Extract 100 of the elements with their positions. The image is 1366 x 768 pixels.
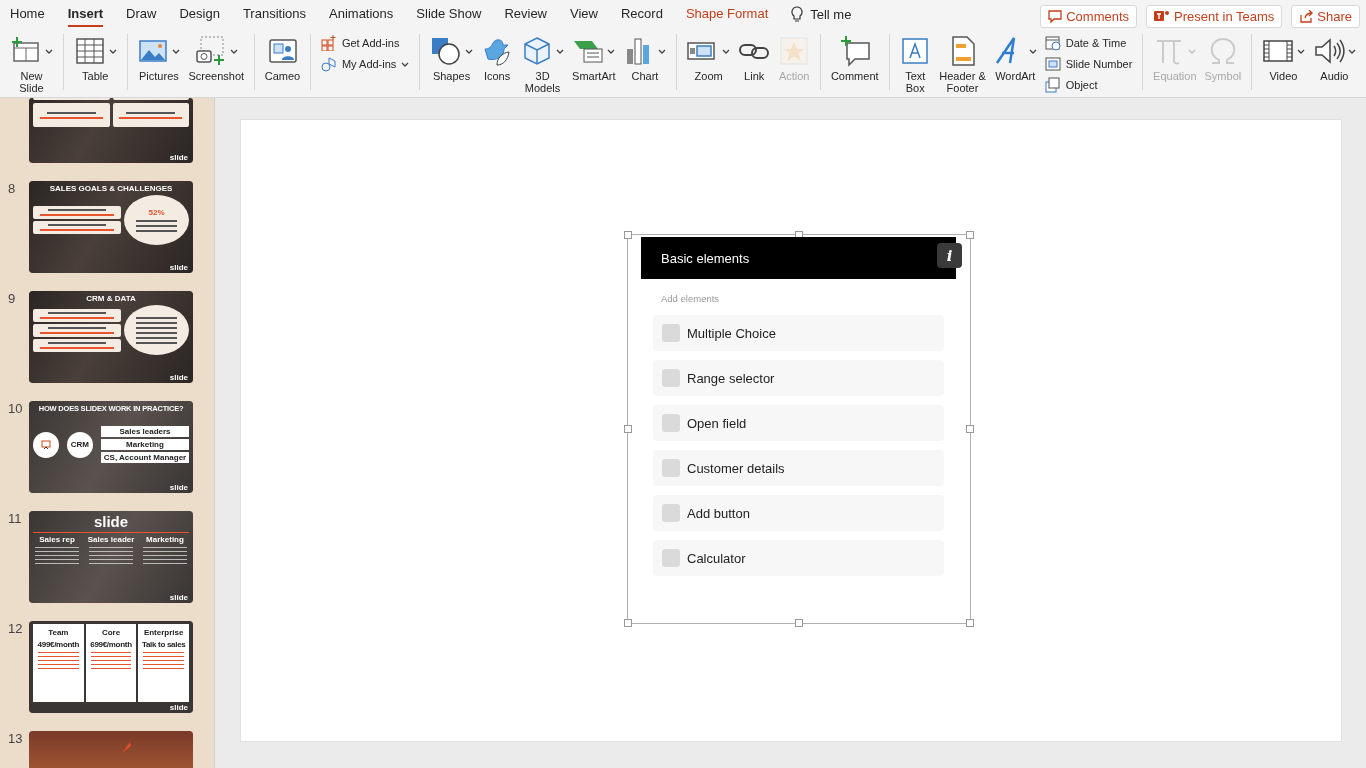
tell-me-field[interactable]: Tell me xyxy=(810,6,852,22)
insert-bar-chart-button[interactable]: Chart xyxy=(621,34,669,82)
element-label: Add button xyxy=(687,505,750,521)
plan-price: Talk to sales xyxy=(141,640,186,649)
slide-thumbnail[interactable]: Team 499€/month Core 699€/month Enterprise Talk to sales slide xyxy=(29,621,193,713)
element-icon xyxy=(662,504,680,522)
slide-number: 10 xyxy=(7,401,24,416)
column-heading: Sales leader xyxy=(87,535,135,544)
menu-tab[interactable]: Insert xyxy=(67,1,104,27)
menu-tab[interactable]: View xyxy=(570,1,598,27)
insert-shapes-outline-button[interactable]: My Add-ins xyxy=(318,55,412,73)
caret-icon xyxy=(1188,48,1197,54)
caret-icon xyxy=(401,61,410,67)
slide-number: 8 xyxy=(7,181,17,196)
insert-new-slide-button[interactable]: New Slide xyxy=(8,34,55,94)
insert-table-button[interactable]: Table xyxy=(71,34,119,82)
presentation-circle-icon xyxy=(32,431,59,458)
insert-object-button[interactable]: Object xyxy=(1042,76,1135,94)
table-icon xyxy=(73,35,106,67)
share-button[interactable]: Share xyxy=(1291,4,1360,28)
insert-picture-button[interactable]: Pictures xyxy=(135,34,183,82)
menu-tab[interactable]: Slide Show xyxy=(416,1,482,27)
slide-thumbnail[interactable]: slide Sales rep Sales leader Marketing slide xyxy=(29,511,193,603)
menu-tab[interactable]: Draw xyxy=(126,1,157,27)
menu-tab[interactable]: Design xyxy=(179,1,220,27)
slide-number: 9 xyxy=(7,291,17,306)
comments-button[interactable]: Comments xyxy=(1040,4,1138,28)
calendar-icon xyxy=(1044,35,1061,51)
resize-handle[interactable] xyxy=(624,231,632,239)
menu-tab[interactable]: Animations xyxy=(329,1,394,27)
element-option[interactable]: Customer details xyxy=(653,450,944,486)
element-label: Open field xyxy=(687,415,747,431)
insert-screenshot-button[interactable]: Screenshot xyxy=(186,34,247,82)
caret-icon xyxy=(607,48,616,54)
resize-handle[interactable] xyxy=(624,619,632,627)
element-label: Range selector xyxy=(687,370,775,386)
resize-handle[interactable] xyxy=(966,231,974,239)
caret-icon xyxy=(229,48,238,54)
shapes-outline-icon xyxy=(320,56,337,72)
insert-calendar-button[interactable]: Date & Time xyxy=(1042,34,1135,52)
element-icon xyxy=(662,549,680,567)
insert-zoom-button[interactable]: Zoom xyxy=(685,34,733,82)
add-ins-icon xyxy=(320,35,337,51)
caret-icon xyxy=(108,48,117,54)
insert-link-button[interactable]: Link xyxy=(736,34,773,82)
element-option[interactable]: Multiple Choice xyxy=(653,315,944,351)
element-icon xyxy=(662,414,680,432)
section-label: Add elements xyxy=(661,293,721,304)
plan-name: Team xyxy=(48,628,69,637)
insert-cameo-button[interactable]: Cameo xyxy=(262,34,303,82)
resize-handle[interactable] xyxy=(966,619,974,627)
caret-icon xyxy=(45,48,53,54)
brand-logo: slide xyxy=(169,264,188,272)
insert-smartart-button[interactable]: SmartArt xyxy=(570,34,618,82)
role-label: Sales leaders xyxy=(100,426,190,437)
card-title: Basic elements xyxy=(661,250,750,266)
brand-logo: slide xyxy=(169,373,188,382)
lightbulb-icon xyxy=(791,5,804,23)
menu-tab[interactable]: Shape Format xyxy=(685,1,769,27)
element-icon xyxy=(662,459,680,477)
plan-name: Enterprise xyxy=(143,628,184,637)
resize-handle[interactable] xyxy=(795,619,803,627)
insert-comment-button[interactable]: Comment xyxy=(828,34,881,82)
insert-text-box-button[interactable]: Text Box xyxy=(897,34,934,94)
element-option[interactable]: Range selector xyxy=(653,360,944,396)
element-option[interactable]: Calculator xyxy=(653,540,944,576)
slide-thumbnail[interactable]: SALES GOALS & CHALLENGES 52% slide xyxy=(29,181,193,273)
resize-handle[interactable] xyxy=(966,425,974,433)
slide-thumbnail[interactable]: CRM & DATA slide xyxy=(29,291,193,383)
slide-number: 11 xyxy=(7,511,23,526)
insert-wordart-button[interactable]: WordArt xyxy=(991,34,1039,82)
element-label: Multiple Choice xyxy=(687,325,776,341)
menu-tab[interactable]: Transitions xyxy=(242,1,306,27)
insert-bird-button[interactable]: Icons xyxy=(479,34,516,82)
selection-frame[interactable]: Basic elements i Add elements Multiple Choice Range selector Open field Customer details Add button Calculator xyxy=(627,234,971,624)
brand-logo: slide xyxy=(169,593,188,602)
slide-number: 12 xyxy=(7,621,24,636)
present-in-teams-button[interactable]: Present in Teams xyxy=(1146,4,1283,28)
insert-add-ins-button[interactable]: Get Add-ins xyxy=(318,34,412,52)
caret-icon xyxy=(1347,48,1356,54)
caret-icon xyxy=(556,48,565,54)
slide-thumbnail[interactable]: slide xyxy=(29,98,193,163)
menu-tab[interactable]: Review xyxy=(504,1,547,27)
element-option[interactable]: Open field xyxy=(653,405,944,441)
resize-handle[interactable] xyxy=(624,425,632,433)
insert-slide-number-button[interactable]: Slide Number xyxy=(1042,55,1135,73)
stat-value: 52% xyxy=(148,208,165,217)
menu-tab[interactable]: Record xyxy=(620,1,663,27)
comment-bubble-icon xyxy=(1048,9,1063,23)
shapes-icon xyxy=(430,35,463,67)
column-heading: Sales rep xyxy=(39,535,75,544)
element-option[interactable]: Add button xyxy=(653,495,944,531)
menu-tab[interactable]: Home xyxy=(10,1,45,27)
insert-page-button[interactable]: Header & Footer xyxy=(937,34,988,94)
insert-film-button[interactable]: Video xyxy=(1259,34,1307,82)
info-button[interactable]: i xyxy=(937,243,962,268)
insert-shapes-button[interactable]: Shapes xyxy=(428,34,476,82)
insert-cube-button[interactable]: 3D Models xyxy=(519,34,567,94)
insert-speaker-button[interactable]: Audio xyxy=(1310,34,1358,82)
screenshot-icon xyxy=(194,35,227,67)
